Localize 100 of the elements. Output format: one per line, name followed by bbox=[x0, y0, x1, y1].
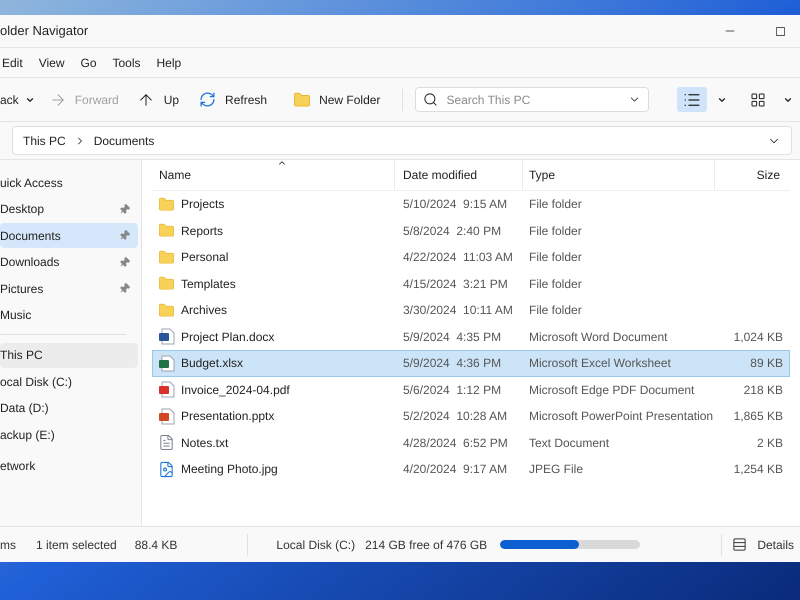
type-cell-text: File folder bbox=[528, 302, 583, 320]
file-row[interactable]: Invoice_2024-04.pdf 5/6/2024 1:12 PM Microsoft Edge PDF Document 218 KB bbox=[152, 376, 790, 403]
details-view-icon bbox=[732, 537, 748, 552]
column-header[interactable]: Name bbox=[152, 160, 394, 190]
navigation-section[interactable]: This PC bbox=[0, 342, 138, 368]
file-name: Presentation.pptx bbox=[181, 408, 274, 426]
file-name: Project Plan.docx bbox=[181, 328, 274, 346]
file-row[interactable]: Budget.xlsx 5/9/2024 4:36 PM Microsoft Excel Worksheet 89 KB bbox=[152, 350, 790, 376]
column-header[interactable]: Size bbox=[714, 160, 790, 190]
document-file-icon bbox=[158, 408, 175, 425]
navigation-item[interactable]: ocal Disk (C:) bbox=[0, 369, 138, 394]
navigation-item[interactable]: ackup (E:) bbox=[0, 422, 138, 447]
size-cell-text: 2 KB bbox=[756, 434, 783, 452]
date-cell-text: 3/30/2024 10:11 AM bbox=[402, 302, 514, 320]
document-file-icon bbox=[158, 328, 175, 346]
search-icon bbox=[423, 92, 438, 107]
item-count: ms bbox=[0, 536, 16, 554]
breadcrumb-item[interactable]: This PC bbox=[23, 132, 66, 150]
disk-label: Local Disk (C:) bbox=[276, 536, 356, 554]
file-name: Meeting Photo.jpg bbox=[181, 461, 278, 478]
file-row[interactable]: Projects 5/10/2024 9:15 AM File folder bbox=[152, 191, 790, 218]
file-row[interactable]: Presentation.pptx 5/2/2024 10:28 AM Microsoft PowerPoint Presentation 1,865 KB bbox=[152, 403, 790, 430]
navigation-label: Data (D:) bbox=[0, 400, 49, 417]
date-cell-text: 4/28/2024 6:52 PM bbox=[402, 434, 509, 452]
type-cell-text: Microsoft Edge PDF Document bbox=[528, 382, 696, 399]
navigation-item[interactable]: Documents bbox=[0, 223, 138, 248]
date-cell-text: 5/9/2024 4:36 PM bbox=[402, 355, 502, 372]
column-header[interactable]: Type bbox=[522, 160, 714, 190]
navigation-label: ocal Disk (C:) bbox=[0, 374, 72, 390]
navigation-item[interactable]: Desktop bbox=[0, 196, 138, 222]
search-field[interactable]: Search This PC bbox=[415, 87, 650, 112]
size-cell-text: 89 KB bbox=[750, 355, 783, 372]
type-cell-text: Microsoft Word Document bbox=[528, 328, 668, 346]
new-folder-button[interactable]: New Folder bbox=[293, 90, 380, 108]
size-cell-text: 1,254 KB bbox=[734, 461, 783, 478]
type-cell-text: Microsoft Excel Worksheet bbox=[528, 355, 672, 372]
refresh-icon bbox=[199, 91, 216, 108]
folder-icon bbox=[158, 302, 175, 319]
breadcrumb-item[interactable]: Documents bbox=[94, 132, 154, 150]
details-button[interactable]: Details bbox=[732, 536, 800, 554]
maximize-icon[interactable] bbox=[775, 26, 786, 36]
refresh-button[interactable]: Refresh bbox=[199, 90, 268, 108]
file-row[interactable]: Meeting Photo.jpg 4/20/2024 9:17 AM JPEG File 1,254 KB bbox=[152, 456, 790, 482]
folder-icon bbox=[158, 196, 175, 213]
column-header[interactable]: Date modified bbox=[394, 160, 522, 190]
navigation-item[interactable]: Music bbox=[0, 302, 138, 328]
type-cell-text: File folder bbox=[528, 196, 583, 214]
disk-free-space: 214 GB free of 476 GB bbox=[365, 536, 488, 554]
window-title: older Navigator bbox=[0, 22, 88, 40]
grid-icon bbox=[750, 92, 766, 108]
navigation-item[interactable]: Downloads bbox=[0, 250, 138, 274]
type-cell-text: File folder bbox=[528, 222, 583, 240]
navigation-section[interactable]: uick Access bbox=[0, 170, 138, 195]
navigation-label: Downloads bbox=[0, 254, 60, 271]
file-name: Budget.xlsx bbox=[181, 355, 244, 372]
file-name: Invoice_2024-04.pdf bbox=[181, 382, 290, 399]
navigation-item[interactable]: Data (D:) bbox=[0, 396, 138, 420]
navigation-label: Pictures bbox=[0, 280, 44, 298]
address-bar[interactable]: This PC Documents bbox=[12, 126, 792, 155]
type-cell-text: JPEG File bbox=[528, 461, 584, 478]
date-cell-text: 5/8/2024 2:40 PM bbox=[402, 222, 502, 240]
document-file-icon bbox=[158, 381, 175, 398]
date-cell-text: 4/15/2024 3:21 PM bbox=[402, 276, 509, 293]
date-cell-text: 5/2/2024 10:28 AM bbox=[402, 408, 508, 426]
navigation-item[interactable]: Pictures bbox=[0, 276, 138, 301]
menu-item[interactable]: Edit bbox=[0, 52, 29, 74]
file-name: Templates bbox=[181, 276, 236, 293]
navigation-label: ackup (E:) bbox=[0, 426, 55, 444]
image-file-icon bbox=[158, 460, 175, 478]
file-row[interactable]: Archives 3/30/2024 10:11 AM File folder bbox=[152, 297, 790, 324]
type-cell-text: Microsoft PowerPoint Presentation bbox=[528, 408, 714, 426]
menu-item[interactable]: Go bbox=[74, 52, 102, 74]
file-name: Notes.txt bbox=[181, 434, 228, 452]
document-file-icon bbox=[158, 354, 175, 372]
navigation-section[interactable]: etwork bbox=[0, 453, 138, 478]
folder-icon bbox=[158, 222, 175, 240]
folder-plus-icon bbox=[293, 90, 312, 108]
file-row[interactable]: Templates 4/15/2024 3:21 PM File folder bbox=[152, 270, 790, 297]
selection-count: 1 item selected bbox=[36, 536, 117, 554]
file-name: Reports bbox=[181, 222, 224, 240]
type-cell-text: Text Document bbox=[528, 434, 610, 452]
folder-icon bbox=[158, 275, 175, 292]
size-cell-text: 1,865 KB bbox=[734, 408, 783, 426]
file-name: Personal bbox=[181, 249, 228, 266]
menu-item[interactable]: Help bbox=[150, 52, 188, 74]
file-name: Archives bbox=[181, 302, 228, 320]
menu-item[interactable]: Tools bbox=[106, 52, 147, 74]
up-button[interactable]: Up bbox=[136, 90, 180, 108]
navigation-label: Desktop bbox=[0, 201, 44, 218]
file-row[interactable]: Notes.txt 4/28/2024 6:52 PM Text Document 2 KB bbox=[152, 430, 790, 456]
back-button[interactable]: ack bbox=[0, 90, 19, 108]
navigation-label: Music bbox=[0, 307, 32, 324]
text-file-icon bbox=[158, 434, 175, 452]
file-row[interactable]: Project Plan.docx 5/9/2024 4:35 PM Microsoft Word Document 1,024 KB bbox=[152, 324, 790, 350]
selection-size: 88.4 KB bbox=[134, 536, 178, 554]
file-row[interactable]: Personal 4/22/2024 11:03 AM File folder bbox=[152, 244, 790, 270]
file-row[interactable]: Reports 5/8/2024 2:40 PM File folder bbox=[152, 218, 790, 244]
size-cell-text: 218 KB bbox=[744, 382, 783, 399]
menu-item[interactable]: View bbox=[32, 52, 70, 74]
list-view-button[interactable] bbox=[677, 87, 708, 112]
